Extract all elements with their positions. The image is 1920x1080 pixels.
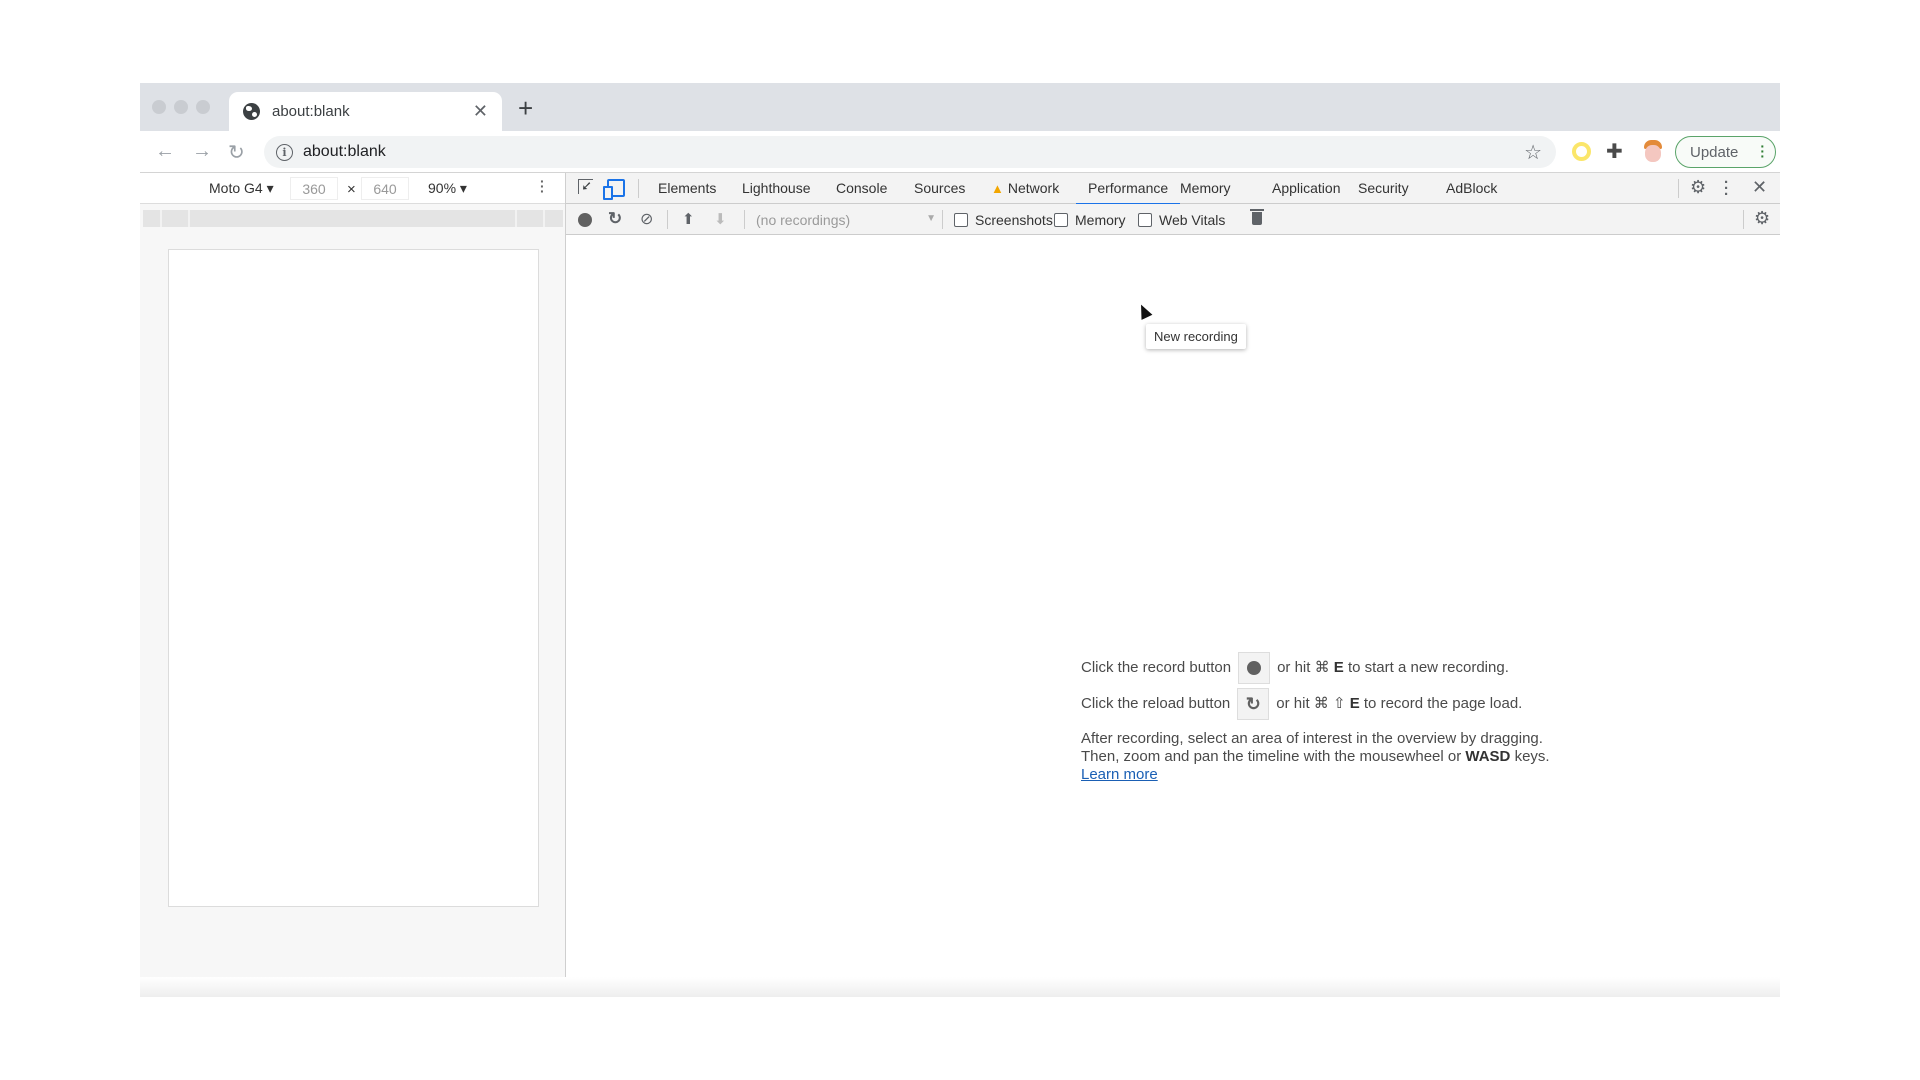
mouse-cursor: [1135, 302, 1153, 320]
close-tab-icon[interactable]: ✕: [473, 101, 488, 122]
divider: [1743, 210, 1744, 229]
load-profile-icon[interactable]: ⬆: [682, 210, 695, 228]
profile-avatar[interactable]: [1642, 139, 1664, 165]
settings-gear-icon[interactable]: ⚙: [1690, 177, 1706, 198]
web-vitals-checkbox[interactable]: Web Vitals: [1138, 212, 1225, 228]
inspect-element-icon[interactable]: [578, 179, 593, 194]
performance-toolbar: ↻ ⊘ ⬆ ⬇ (no recordings) ▼ Screenshots Mem…: [566, 204, 1780, 235]
browser-tab[interactable]: about:blank ✕: [229, 92, 502, 131]
ruler-segment[interactable]: [188, 210, 190, 227]
trash-icon[interactable]: [1250, 209, 1264, 225]
divider: [744, 210, 745, 229]
update-label: Update: [1690, 143, 1739, 161]
window-maximize-button[interactable]: [196, 100, 210, 114]
reload-instruction: Click the reload button ↻ or hit ⌘ ⇧ E t…: [1081, 686, 1550, 722]
address-bar[interactable]: i about:blank ☆: [264, 136, 1556, 168]
window-minimize-button[interactable]: [174, 100, 188, 114]
browser-toolbar: ← → ↻ i about:blank ☆ ✚ Update · · ·: [140, 131, 1780, 173]
record-button[interactable]: [578, 213, 592, 227]
performance-landing: Click the record button or hit ⌘ E to st…: [1081, 650, 1550, 784]
tab-sources[interactable]: Sources: [914, 173, 965, 204]
screenshots-checkbox[interactable]: Screenshots: [954, 212, 1053, 228]
tab-application[interactable]: Application: [1272, 173, 1341, 204]
landing-reload-button[interactable]: ↻: [1237, 688, 1270, 720]
ruler-segment[interactable]: [160, 210, 162, 227]
tab-strip: about:blank ✕ +: [140, 83, 1780, 131]
extension-ring-icon[interactable]: [1572, 142, 1591, 161]
clear-icon[interactable]: ⊘: [640, 209, 653, 229]
width-input[interactable]: 360: [290, 177, 338, 200]
device-toolbar: Moto G4 ▾ 360 × 640 90% ▾ · · ·: [140, 173, 565, 204]
tab-performance[interactable]: Performance: [1075, 173, 1181, 205]
record-instruction: Click the record button or hit ⌘ E to st…: [1081, 650, 1550, 686]
devtools-panel: Elements Lighthouse Console Sources ▲Net…: [566, 173, 1780, 997]
learn-more-link[interactable]: Learn more: [1081, 766, 1158, 783]
devtools-tab-bar: Elements Lighthouse Console Sources ▲Net…: [566, 173, 1780, 205]
info-icon[interactable]: i: [276, 143, 293, 161]
devtools-more-icon[interactable]: · · ·: [1724, 175, 1729, 202]
zoom-select[interactable]: 90% ▾: [428, 180, 467, 197]
toggle-device-icon[interactable]: [603, 179, 625, 200]
media-query-ruler[interactable]: [143, 210, 563, 227]
help-paragraph: After recording, select an area of inter…: [1081, 730, 1550, 783]
tooltip: New recording: [1146, 324, 1246, 349]
tab-security[interactable]: Security: [1358, 173, 1409, 204]
memory-checkbox[interactable]: Memory: [1054, 212, 1126, 228]
tab-lighthouse[interactable]: Lighthouse: [742, 173, 811, 204]
device-viewport[interactable]: [168, 249, 539, 907]
tab-memory[interactable]: Memory: [1180, 173, 1231, 204]
divider: [1678, 179, 1679, 198]
window-bottom-edge: [140, 977, 1780, 997]
ruler-segment[interactable]: [543, 210, 545, 227]
reload-button[interactable]: ↻: [228, 140, 245, 165]
bookmark-star-icon[interactable]: ☆: [1524, 140, 1542, 165]
tab-network[interactable]: ▲ Network: [991, 173, 1059, 204]
update-button[interactable]: Update · · ·: [1675, 136, 1776, 168]
extensions-puzzle-icon[interactable]: ✚: [1606, 139, 1623, 164]
forward-button[interactable]: →: [192, 140, 212, 163]
reload-record-button[interactable]: ↻: [608, 209, 622, 229]
capture-settings-gear-icon[interactable]: ⚙: [1754, 208, 1770, 229]
divider: [667, 210, 668, 229]
back-button[interactable]: ←: [155, 140, 175, 163]
globe-icon: [243, 103, 260, 120]
device-more-icon[interactable]: · · ·: [540, 174, 545, 198]
tab-console[interactable]: Console: [836, 173, 887, 204]
tab-adblock[interactable]: AdBlock: [1446, 173, 1497, 204]
save-profile-icon[interactable]: ⬇: [714, 210, 727, 228]
height-input[interactable]: 640: [361, 177, 409, 200]
divider: [942, 210, 943, 229]
url-text[interactable]: about:blank: [303, 143, 386, 161]
tab-elements[interactable]: Elements: [658, 173, 716, 204]
landing-record-button[interactable]: [1238, 652, 1271, 684]
warning-icon: ▲: [991, 181, 1004, 196]
tab-title: about:blank: [272, 103, 350, 120]
device-emulation-pane: Moto G4 ▾ 360 × 640 90% ▾ · · ·: [140, 173, 566, 997]
window-close-button[interactable]: [152, 100, 166, 114]
dimension-separator: ×: [347, 181, 356, 198]
close-devtools-icon[interactable]: ✕: [1752, 177, 1767, 198]
device-select[interactable]: Moto G4 ▾: [209, 180, 274, 197]
recordings-select[interactable]: (no recordings) ▼: [756, 212, 936, 228]
browser-window: about:blank ✕ + ← → ↻ i about:blank ☆ ✚ …: [140, 83, 1780, 997]
new-tab-button[interactable]: +: [518, 93, 533, 124]
ruler-segment[interactable]: [515, 210, 517, 227]
chrome-menu-icon[interactable]: · · ·: [1760, 139, 1765, 163]
divider: [638, 179, 639, 198]
